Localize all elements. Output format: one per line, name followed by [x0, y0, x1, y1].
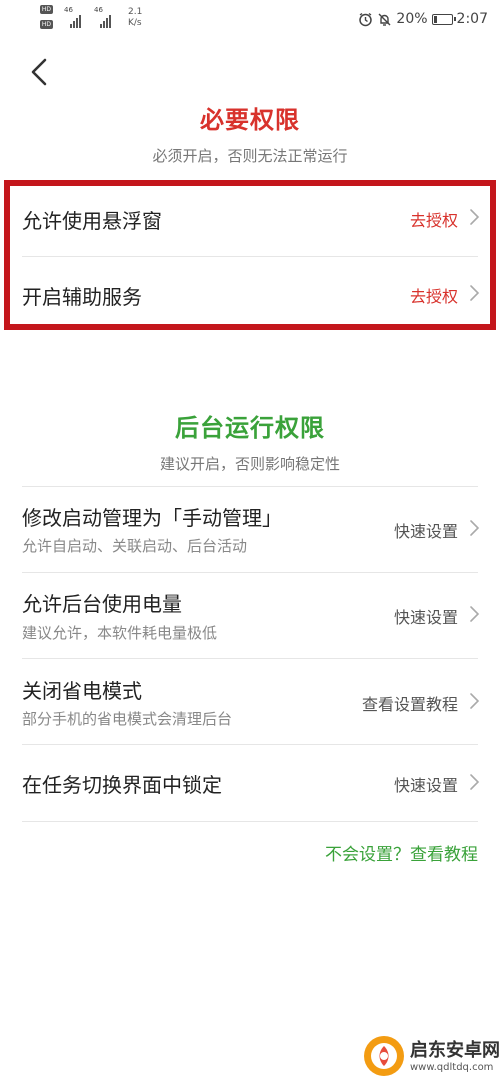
chevron-right-icon: [470, 285, 480, 301]
required-section-subtitle: 必须开启，否则无法正常运行: [152, 147, 348, 165]
chevron-right-icon: [470, 606, 480, 622]
required-section-title: 必要权限: [200, 106, 300, 134]
battery-fill: [433, 15, 437, 23]
background-section-subtitle: 建议开启，否则影响稳定性: [159, 455, 340, 473]
watermark-url: www.qdltdq.com: [410, 1062, 494, 1073]
divider: [22, 256, 478, 257]
status-right: 20% 2:07: [358, 9, 488, 29]
battery-percent: 20%: [396, 11, 428, 27]
net-speed-unit: K/s: [128, 18, 142, 28]
chevron-right-icon: [470, 209, 480, 225]
alarm-icon: [359, 12, 373, 26]
signal-type: 46: [94, 6, 103, 14]
row-label: 关闭省电模式: [22, 679, 142, 703]
quick-setup-button[interactable]: 快速设置: [394, 604, 458, 628]
quick-setup-button[interactable]: 快速设置: [394, 772, 458, 796]
permission-row-battery[interactable]: 允许后台使用电量 建议允许，本软件耗电量极低 快速设置: [0, 573, 500, 658]
permission-row-lock-task[interactable]: 在任务切换界面中锁定 快速设置: [0, 745, 500, 821]
battery-icon: [431, 13, 456, 25]
hd-badge: HD: [40, 5, 53, 14]
view-tutorial-button[interactable]: 查看设置教程: [362, 691, 458, 715]
watermark: 启东安卓网 www.qdltdq.com: [362, 1034, 500, 1080]
permission-row-startup[interactable]: 修改启动管理为「手动管理」 允许自启动、关联启动、后台活动 快速设置: [0, 487, 500, 572]
mute-icon: [378, 13, 391, 26]
row-label: 允许后台使用电量: [22, 592, 182, 616]
row-description: 允许自启动、关联启动、后台活动: [22, 537, 248, 555]
chevron-left-icon: [31, 58, 47, 86]
row-label: 开启辅助服务: [22, 285, 142, 309]
chevron-right-icon: [470, 693, 480, 709]
back-button[interactable]: [28, 57, 52, 87]
row-description: 建议允许，本软件耗电量极低: [22, 624, 218, 642]
clock: 2:07: [456, 11, 488, 27]
row-label: 修改启动管理为「手动管理」: [22, 506, 282, 530]
chevron-right-icon: [470, 520, 480, 536]
permission-row-power-saving[interactable]: 关闭省电模式 部分手机的省电模式会清理后台 查看设置教程: [0, 659, 500, 744]
permission-row-accessibility[interactable]: 开启辅助服务 去授权: [0, 263, 500, 325]
help-tutorial-link[interactable]: 不会设置？查看教程: [325, 840, 478, 865]
chevron-right-icon: [470, 774, 480, 790]
watermark-name: 启东安卓网: [410, 1040, 500, 1061]
quick-setup-button[interactable]: 快速设置: [394, 518, 458, 542]
hd-badge: HD: [40, 20, 53, 29]
signal-type: 46: [64, 6, 73, 14]
net-speed: 2.1 K/s: [128, 7, 142, 29]
permission-row-overlay[interactable]: 允许使用悬浮窗 去授权: [0, 188, 500, 258]
status-bar: HD HD 46 46 2.1 K/s 20% 2:07: [0, 0, 500, 38]
authorize-button[interactable]: 去授权: [410, 283, 458, 307]
net-speed-value: 2.1: [128, 7, 143, 17]
divider: [22, 821, 478, 822]
watermark-logo-icon: [364, 1036, 404, 1076]
background-section-title: 后台运行权限: [175, 414, 325, 442]
row-description: 部分手机的省电模式会清理后台: [22, 710, 233, 728]
row-label: 在任务切换界面中锁定: [22, 773, 222, 797]
authorize-button[interactable]: 去授权: [410, 207, 458, 231]
hd-badges: HD HD: [40, 5, 64, 35]
row-label: 允许使用悬浮窗: [22, 209, 162, 233]
